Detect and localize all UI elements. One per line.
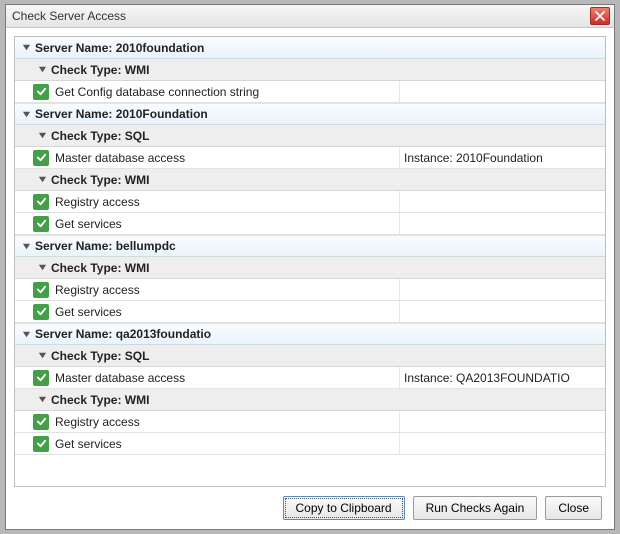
results-tree[interactable]: Server Name: 2010foundation Check Type: W…	[14, 36, 606, 487]
check-icon	[33, 194, 49, 210]
check-type-header[interactable]: Check Type: WMI	[15, 59, 605, 81]
titlebar: Check Server Access	[6, 5, 614, 28]
chevron-down-icon	[37, 131, 47, 141]
chevron-down-icon	[21, 43, 31, 53]
check-icon	[33, 436, 49, 452]
window-close-button[interactable]	[590, 7, 610, 25]
check-detail	[399, 81, 605, 102]
check-icon	[33, 304, 49, 320]
check-row[interactable]: Registry access	[15, 411, 605, 433]
check-type-label: Check Type: WMI	[51, 63, 149, 77]
check-label: Get services	[55, 305, 122, 319]
check-label: Registry access	[55, 283, 140, 297]
server-name-label: Server Name: 2010foundation	[35, 41, 204, 55]
dialog-footer: Copy to Clipboard Run Checks Again Close	[14, 487, 606, 529]
check-row[interactable]: Get services	[15, 213, 605, 235]
check-icon	[33, 414, 49, 430]
chevron-down-icon	[21, 329, 31, 339]
check-detail	[399, 301, 605, 322]
check-type-header[interactable]: Check Type: WMI	[15, 169, 605, 191]
check-row[interactable]: Registry access	[15, 279, 605, 301]
check-label: Registry access	[55, 415, 140, 429]
check-icon	[33, 282, 49, 298]
dialog-title: Check Server Access	[12, 9, 590, 23]
copy-to-clipboard-button[interactable]: Copy to Clipboard	[283, 496, 405, 520]
server-group-header[interactable]: Server Name: 2010foundation	[15, 37, 605, 59]
check-label: Get services	[55, 217, 122, 231]
dialog-window: Check Server Access Server Name: 2010fou…	[5, 4, 615, 530]
chevron-down-icon	[21, 241, 31, 251]
check-row[interactable]: Master database access Instance: QA2013FO…	[15, 367, 605, 389]
check-icon	[33, 150, 49, 166]
chevron-down-icon	[37, 65, 47, 75]
check-label: Master database access	[55, 151, 185, 165]
check-type-header[interactable]: Check Type: WMI	[15, 389, 605, 411]
close-icon	[595, 11, 605, 21]
check-detail	[399, 213, 605, 234]
chevron-down-icon	[37, 175, 47, 185]
chevron-down-icon	[37, 351, 47, 361]
check-type-label: Check Type: SQL	[51, 349, 149, 363]
check-detail: Instance: 2010Foundation	[399, 147, 605, 168]
check-label: Registry access	[55, 195, 140, 209]
check-icon	[33, 84, 49, 100]
check-detail	[399, 411, 605, 432]
server-group-header[interactable]: Server Name: bellumpdc	[15, 235, 605, 257]
check-detail	[399, 433, 605, 454]
run-checks-again-button[interactable]: Run Checks Again	[413, 496, 538, 520]
check-detail	[399, 191, 605, 212]
check-row[interactable]: Get services	[15, 301, 605, 323]
check-row[interactable]: Get services	[15, 433, 605, 455]
check-label: Get Config database connection string	[55, 85, 259, 99]
check-type-header[interactable]: Check Type: SQL	[15, 345, 605, 367]
check-icon	[33, 370, 49, 386]
check-type-header[interactable]: Check Type: SQL	[15, 125, 605, 147]
check-type-label: Check Type: WMI	[51, 173, 149, 187]
chevron-down-icon	[37, 263, 47, 273]
check-type-header[interactable]: Check Type: WMI	[15, 257, 605, 279]
check-icon	[33, 216, 49, 232]
check-type-label: Check Type: WMI	[51, 261, 149, 275]
server-name-label: Server Name: 2010Foundation	[35, 107, 208, 121]
server-group-header[interactable]: Server Name: 2010Foundation	[15, 103, 605, 125]
check-label: Get services	[55, 437, 122, 451]
server-name-label: Server Name: bellumpdc	[35, 239, 176, 253]
check-label: Master database access	[55, 371, 185, 385]
check-row[interactable]: Registry access	[15, 191, 605, 213]
check-type-label: Check Type: SQL	[51, 129, 149, 143]
server-group-header[interactable]: Server Name: qa2013foundatio	[15, 323, 605, 345]
chevron-down-icon	[21, 109, 31, 119]
chevron-down-icon	[37, 395, 47, 405]
check-detail: Instance: QA2013FOUNDATIO	[399, 367, 605, 388]
check-type-label: Check Type: WMI	[51, 393, 149, 407]
close-button[interactable]: Close	[545, 496, 602, 520]
dialog-body: Server Name: 2010foundation Check Type: W…	[6, 28, 614, 529]
check-row[interactable]: Master database access Instance: 2010Foun…	[15, 147, 605, 169]
check-detail	[399, 279, 605, 300]
server-name-label: Server Name: qa2013foundatio	[35, 327, 211, 341]
check-row[interactable]: Get Config database connection string	[15, 81, 605, 103]
